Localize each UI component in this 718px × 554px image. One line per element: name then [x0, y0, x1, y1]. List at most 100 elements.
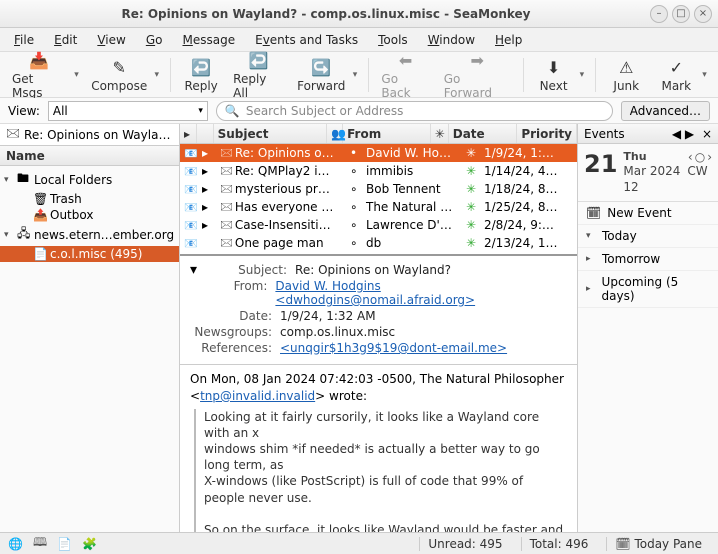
read-dot-icon[interactable]: •	[350, 146, 357, 160]
menu-edit[interactable]: Edit	[46, 31, 85, 49]
dropdown-icon[interactable]: ▾	[154, 70, 164, 80]
reply-button[interactable]: ↩️Reply	[177, 55, 225, 95]
dropdown-icon[interactable]: ▾	[580, 70, 590, 80]
back-icon: ⬅	[395, 50, 417, 72]
thread-col-from[interactable]: From	[343, 124, 431, 143]
thread-col-junk[interactable]: ✳	[431, 124, 449, 143]
chevron-down-icon: ▾	[198, 106, 203, 116]
menu-message[interactable]: Message	[174, 31, 243, 49]
folder-column-header[interactable]: Name	[0, 146, 179, 166]
junk-status-icon[interactable]: ✳	[466, 200, 476, 214]
dropdown-icon[interactable]: ▾	[702, 70, 712, 80]
menu-tools[interactable]: Tools	[370, 31, 416, 49]
twisty-icon[interactable]: ▾	[4, 175, 14, 185]
thread-col-read[interactable]: 👥	[327, 124, 343, 143]
message-row[interactable]: 📧▸🖂mysterious pr…∘Bob Tennent✳1/18/24, 8…	[180, 180, 577, 198]
preview-from-link[interactable]: David W. Hodgins <dwhodgins@nomail.afrai…	[275, 279, 475, 307]
today-pane-toggle[interactable]: 🗓 Today Pane	[606, 537, 710, 551]
preview-references-link[interactable]: <unqgir$1h3g9$19@dont-email.me>	[280, 341, 507, 355]
dropdown-icon[interactable]: ▾	[74, 70, 84, 80]
thread-twisty-icon[interactable]: ▸	[202, 218, 208, 232]
thread-col-subject[interactable]: Subject	[214, 124, 328, 143]
envelope-icon: 📧	[184, 201, 198, 214]
read-dot-icon[interactable]: ∘	[350, 182, 358, 196]
menu-view[interactable]: View	[89, 31, 133, 49]
cert-icon[interactable]: 📄	[57, 537, 72, 551]
dropdown-icon[interactable]: ▾	[353, 70, 363, 80]
menu-file[interactable]: File	[6, 31, 42, 49]
twisty-icon[interactable]: ▾	[586, 231, 596, 241]
addon-icon[interactable]: 🧩	[82, 537, 97, 551]
forward-button[interactable]: ↪️Forward	[292, 55, 351, 95]
thread-twisty-icon[interactable]: ▸	[202, 182, 208, 196]
junk-button[interactable]: ⚠Junk	[602, 55, 650, 95]
folder-row[interactable]: 📄c.o.l.misc (495)	[0, 246, 179, 262]
message-body[interactable]: On Mon, 08 Jan 2024 07:42:03 -0500, The …	[180, 365, 577, 532]
date-next-icon[interactable]: ›	[707, 150, 712, 164]
read-dot-icon[interactable]: ∘	[350, 236, 358, 250]
event-section[interactable]: ▸Upcoming (5 days)	[578, 271, 718, 308]
next-button[interactable]: ⬇Next	[530, 55, 578, 95]
thread-col-toggle[interactable]: ▸	[180, 124, 197, 143]
close-button[interactable]: ×	[694, 5, 712, 23]
folder-row[interactable]: 🗑Trash	[0, 191, 179, 207]
read-dot-icon[interactable]: ∘	[350, 200, 358, 214]
thread-col-date[interactable]: Date	[449, 124, 518, 143]
date-prev-icon[interactable]: ‹	[688, 150, 693, 164]
event-section[interactable]: ▸Tomorrow	[578, 248, 718, 271]
thread-col-priority[interactable]: Priority	[517, 124, 577, 143]
envelope-icon: 🖂	[220, 162, 233, 181]
search-input[interactable]: 🔍 Search Subject or Address	[216, 101, 613, 121]
compose-button[interactable]: ✎Compose	[86, 55, 153, 95]
prev-icon[interactable]: ◀	[672, 127, 681, 141]
menu-window[interactable]: Window	[420, 31, 483, 49]
message-row[interactable]: 📧🖂One page man∘db✳2/13/24, 1…	[180, 234, 577, 252]
read-dot-icon[interactable]: ∘	[350, 218, 358, 232]
next-icon[interactable]: ▶	[685, 127, 694, 141]
thread-twisty-icon[interactable]: ▸	[202, 200, 208, 214]
envelope-icon: 🖂	[220, 234, 233, 253]
message-row[interactable]: 📧▸🖂Has everyone …∘The Natural …✳1/25/24,…	[180, 198, 577, 216]
message-row[interactable]: 📧▸🖂Case-Insensiti…∘Lawrence D'…✳2/8/24, …	[180, 216, 577, 234]
menu-events[interactable]: Events and Tasks	[247, 31, 366, 49]
maximize-button[interactable]: □	[672, 5, 690, 23]
message-row[interactable]: 📧▸🖂Re: QMPlay2 i…∘immibis✳1/14/24, 4…	[180, 162, 577, 180]
folder-row[interactable]: ▾🖿Local Folders	[0, 168, 179, 191]
go-forward-button[interactable]: ➡Go Forward	[438, 48, 517, 102]
minimize-button[interactable]: –	[650, 5, 668, 23]
twisty-icon[interactable]: ▸	[586, 284, 596, 294]
thread-twisty-icon[interactable]: ▸	[202, 146, 208, 160]
online-icon[interactable]: 🌐	[8, 537, 23, 551]
reply-all-button[interactable]: ↩️Reply All	[227, 48, 290, 102]
get-msgs-button[interactable]: 📥Get Msgs	[6, 48, 72, 102]
go-back-button[interactable]: ⬅Go Back	[375, 48, 435, 102]
advanced-button[interactable]: Advanced…	[621, 101, 710, 121]
junk-status-icon[interactable]: ✳	[466, 236, 476, 250]
activity-icon[interactable]: 🕮	[33, 533, 47, 554]
twisty-icon[interactable]: ▸	[586, 254, 596, 264]
junk-status-icon[interactable]: ✳	[466, 182, 476, 196]
mark-button[interactable]: ✓Mark	[652, 55, 700, 95]
junk-status-icon[interactable]: ✳	[466, 146, 476, 160]
thread-col-icon[interactable]	[197, 124, 214, 143]
folder-row[interactable]: ▾🖧news.etern…ember.org	[0, 223, 179, 246]
menu-help[interactable]: Help	[487, 31, 530, 49]
new-event-button[interactable]: 🗓 New Event	[578, 202, 718, 225]
junk-status-icon[interactable]: ✳	[466, 164, 476, 178]
thread-twisty-icon[interactable]: ▸	[202, 164, 208, 178]
tab-current[interactable]: 🖂 Re: Opinions on Wayland? - co…	[0, 124, 180, 145]
quoted-email-link[interactable]: tnp@invalid.invalid	[200, 389, 315, 403]
collapse-icon[interactable]: ▾	[190, 262, 197, 278]
menu-go[interactable]: Go	[138, 31, 171, 49]
junk-status-icon[interactable]: ✳	[466, 218, 476, 232]
twisty-icon[interactable]: ▾	[4, 230, 14, 240]
message-row[interactable]: 📧▸🖂Re: Opinions o…•David W. Ho…✳1/9/24, …	[180, 144, 577, 162]
folder-row[interactable]: 📤Outbox	[0, 207, 179, 223]
view-select[interactable]: All▾	[48, 101, 208, 121]
close-pane-icon[interactable]: ×	[702, 127, 712, 141]
date-today-icon[interactable]: ○	[695, 150, 705, 164]
msg-subject: Has everyone …	[235, 200, 334, 214]
mail-icon: 🖂	[6, 124, 20, 145]
event-section[interactable]: ▾Today	[578, 225, 718, 248]
read-dot-icon[interactable]: ∘	[350, 164, 358, 178]
